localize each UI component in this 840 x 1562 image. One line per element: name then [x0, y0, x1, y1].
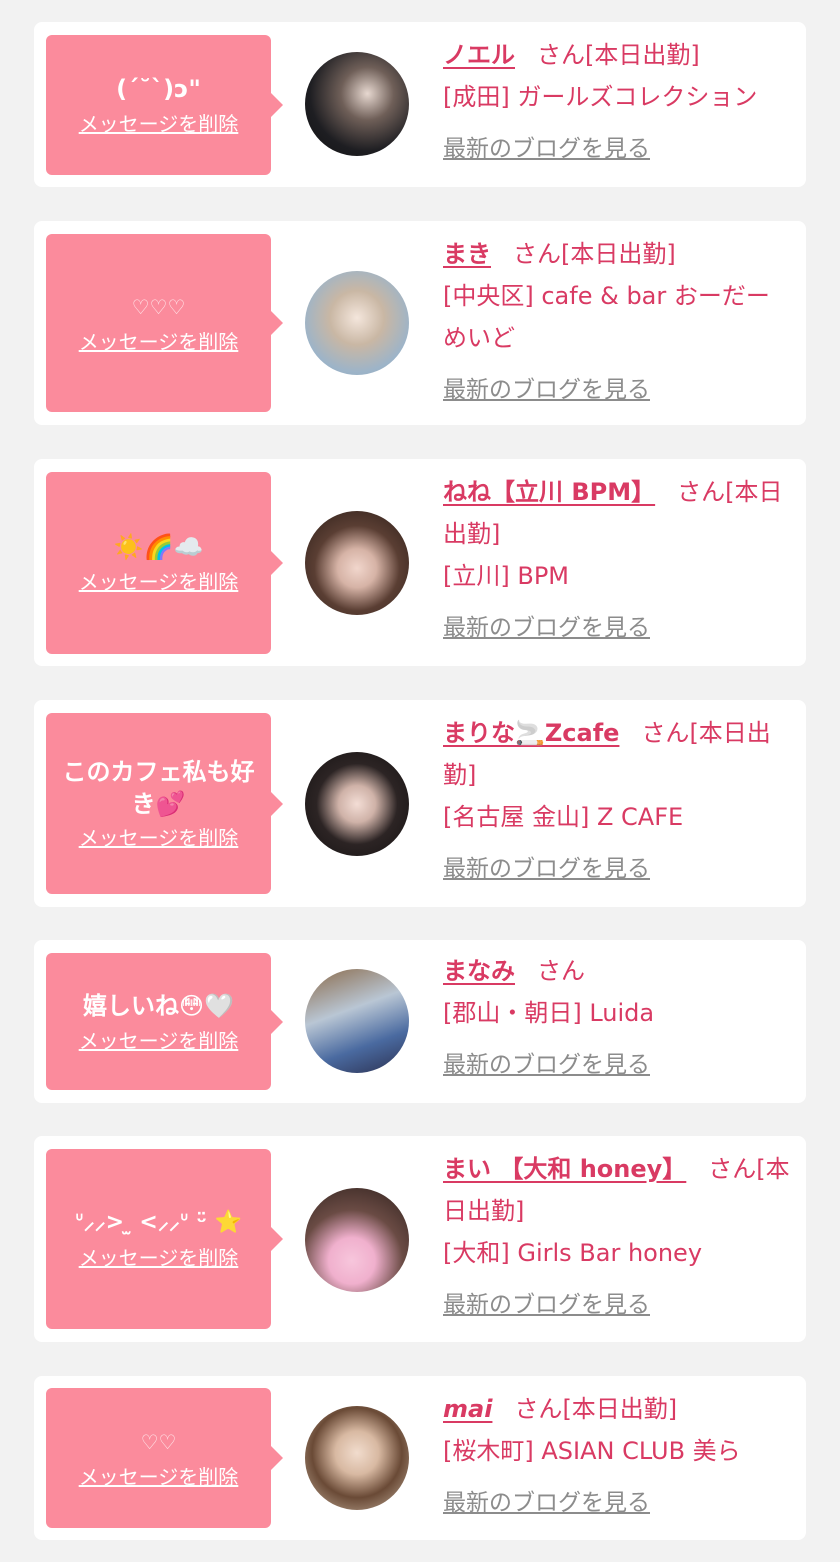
- cast-name-link[interactable]: まなみ: [443, 957, 515, 985]
- san-label: さん: [537, 957, 585, 985]
- san-label: さん: [641, 719, 690, 747]
- cast-name-link[interactable]: ノエル: [443, 41, 515, 69]
- shop-label: [名古屋 金山] Z CAFE: [443, 803, 684, 831]
- avatar[interactable]: [305, 511, 409, 615]
- avatar[interactable]: [305, 52, 409, 156]
- avatar[interactable]: [305, 969, 409, 1073]
- message-card: このカフェ私も好き💕 メッセージを削除 まりな🚬Zcafe さん[本日出勤] [名…: [34, 700, 806, 907]
- message-card: ♡♡ メッセージを削除 mai さん[本日出勤] [桜木町] ASIAN CLUB…: [34, 1376, 806, 1540]
- message-text: ♡♡♡: [131, 295, 186, 319]
- avatar[interactable]: [305, 1406, 409, 1510]
- message-bubble: (ˊ˘ˋ)ɔ" メッセージを削除: [46, 35, 283, 175]
- cast-name-row: まき さん[本日出勤]: [443, 233, 793, 275]
- cast-info: ねね【立川 BPM】 さん[本日出勤] [立川] BPM 最新のブログを見る: [443, 471, 793, 649]
- message-text: ♡♡: [140, 1430, 177, 1454]
- cast-name-link[interactable]: ねね【立川 BPM】: [443, 478, 655, 506]
- cast-name-link[interactable]: mai: [443, 1395, 492, 1423]
- delete-message-link[interactable]: メッセージを削除: [79, 824, 239, 852]
- cast-name-row: まい 【大和 honey】 さん[本日出勤]: [443, 1148, 793, 1232]
- latest-blog-link[interactable]: 最新のブログを見る: [443, 369, 650, 411]
- cast-name-row: mai さん[本日出勤]: [443, 1388, 793, 1430]
- delete-message-link[interactable]: メッセージを削除: [79, 568, 239, 596]
- message-text: このカフェ私も好き💕: [62, 757, 255, 818]
- shop-label: [桜木町] ASIAN CLUB 美ら: [443, 1437, 741, 1465]
- san-label: さん: [677, 478, 726, 506]
- cast-name-link[interactable]: まき: [443, 240, 491, 268]
- message-text: ☀️🌈☁️: [113, 533, 204, 561]
- shop-label: [大和] Girls Bar honey: [443, 1239, 703, 1267]
- message-card: ♡♡♡ メッセージを削除 まき さん[本日出勤] [中央区] cafe & bar…: [34, 221, 806, 425]
- message-bubble: ᐡ⸝⸝> ̫ <⸝⸝ᐡ ᵕ̈ ⭐️ メッセージを削除: [46, 1149, 283, 1329]
- shop-label: [郡山・朝日] Luida: [443, 999, 655, 1027]
- message-card: ☀️🌈☁️ メッセージを削除 ねね【立川 BPM】 さん[本日出勤] [立川] B…: [34, 459, 806, 666]
- delete-message-link[interactable]: メッセージを削除: [79, 110, 239, 138]
- latest-blog-link[interactable]: 最新のブログを見る: [443, 1044, 650, 1086]
- message-text: 嬉しいね😳🤍: [83, 991, 234, 1020]
- cast-info: まき さん[本日出勤] [中央区] cafe & bar おーだーめいど 最新のブ…: [443, 233, 793, 411]
- san-label: さん: [514, 1395, 563, 1423]
- shop-label: [中央区] cafe & bar おーだーめいど: [443, 282, 770, 352]
- message-bubble: このカフェ私も好き💕 メッセージを削除: [46, 713, 283, 894]
- message-card: ᐡ⸝⸝> ̫ <⸝⸝ᐡ ᵕ̈ ⭐️ メッセージを削除 まい 【大和 honey】…: [34, 1136, 806, 1342]
- delete-message-link[interactable]: メッセージを削除: [79, 1463, 239, 1491]
- cast-info: まなみ さん [郡山・朝日] Luida 最新のブログを見る: [443, 950, 793, 1086]
- message-bubble: 嬉しいね😳🤍 メッセージを削除: [46, 953, 283, 1090]
- shop-label: [立川] BPM: [443, 562, 569, 590]
- cast-name-link[interactable]: まい 【大和 honey】: [443, 1155, 686, 1183]
- cast-info: まりな🚬Zcafe さん[本日出勤] [名古屋 金山] Z CAFE 最新のブログ…: [443, 712, 793, 890]
- latest-blog-link[interactable]: 最新のブログを見る: [443, 1284, 650, 1326]
- avatar[interactable]: [305, 1188, 409, 1292]
- message-text: ᐡ⸝⸝> ̫ <⸝⸝ᐡ ᵕ̈ ⭐️: [75, 1210, 242, 1235]
- latest-blog-link[interactable]: 最新のブログを見る: [443, 128, 650, 170]
- cast-info: まい 【大和 honey】 さん[本日出勤] [大和] Girls Bar hon…: [443, 1148, 793, 1326]
- message-bubble: ♡♡♡ メッセージを削除: [46, 234, 283, 412]
- status-label: [本日出勤]: [585, 41, 700, 69]
- delete-message-link[interactable]: メッセージを削除: [79, 328, 239, 356]
- latest-blog-link[interactable]: 最新のブログを見る: [443, 1482, 650, 1524]
- message-card: 嬉しいね😳🤍 メッセージを削除 まなみ さん [郡山・朝日] Luida 最新のブ…: [34, 940, 806, 1103]
- san-label: さん: [513, 240, 561, 268]
- cast-info: ノエル さん[本日出勤] [成田] ガールズコレクション 最新のブログを見る: [443, 34, 793, 170]
- san-label: さん: [708, 1155, 757, 1183]
- latest-blog-link[interactable]: 最新のブログを見る: [443, 607, 650, 649]
- avatar[interactable]: [305, 752, 409, 856]
- san-label: さん: [537, 41, 585, 69]
- message-bubble: ♡♡ メッセージを削除: [46, 1388, 283, 1528]
- shop-label: [成田] ガールズコレクション: [443, 83, 758, 111]
- avatar[interactable]: [305, 271, 409, 375]
- cast-name-row: まなみ さん: [443, 950, 793, 992]
- delete-message-link[interactable]: メッセージを削除: [79, 1027, 239, 1055]
- status-label: [本日出勤]: [561, 240, 676, 268]
- message-card: (ˊ˘ˋ)ɔ" メッセージを削除 ノエル さん[本日出勤] [成田] ガールズコレ…: [34, 22, 806, 187]
- cast-name-row: ねね【立川 BPM】 さん[本日出勤]: [443, 471, 793, 555]
- delete-message-link[interactable]: メッセージを削除: [79, 1244, 239, 1272]
- cast-name-link[interactable]: まりな🚬Zcafe: [443, 719, 619, 747]
- latest-blog-link[interactable]: 最新のブログを見る: [443, 848, 650, 890]
- message-text: (ˊ˘ˋ)ɔ": [116, 75, 201, 103]
- message-bubble: ☀️🌈☁️ メッセージを削除: [46, 472, 283, 654]
- status-label: [本日出勤]: [562, 1395, 678, 1423]
- cast-info: mai さん[本日出勤] [桜木町] ASIAN CLUB 美ら 最新のブログを見…: [443, 1388, 793, 1524]
- cast-name-row: まりな🚬Zcafe さん[本日出勤]: [443, 712, 793, 796]
- cast-name-row: ノエル さん[本日出勤]: [443, 34, 793, 76]
